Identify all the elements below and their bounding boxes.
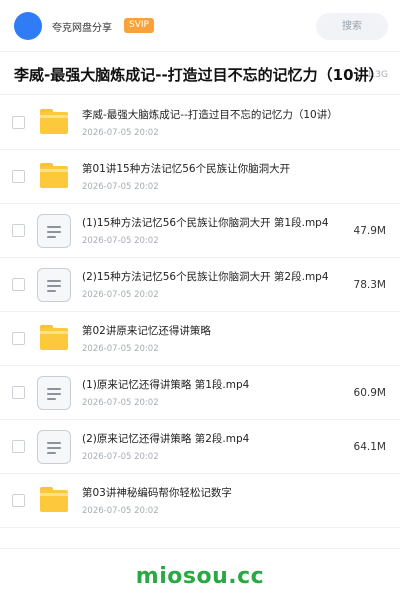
app-name: 夸克网盘分享: [52, 23, 112, 34]
file-row[interactable]: (2)15种方法记忆56个民族让你脑洞大开 第2段.mp4 2026-07-05 …: [0, 258, 400, 312]
item-name: (1)原来记忆还得讲策略 第1段.mp4: [82, 379, 250, 391]
folder-row[interactable]: 第02讲原来记忆还得讲策略 2026-07-05 20:02: [0, 312, 400, 366]
folder-row[interactable]: 第01讲15种方法记忆56个民族让你脑洞大开 2026-07-05 20:02: [0, 150, 400, 204]
item-date: 2026-07-05 20:02: [82, 236, 159, 246]
item-name: 第02讲原来记忆还得讲策略: [82, 325, 211, 337]
row-checkbox[interactable]: [12, 440, 25, 453]
item-name: (1)15种方法记忆56个民族让你脑洞大开 第1段.mp4: [82, 217, 329, 229]
video-file-icon: [37, 214, 71, 248]
svip-badge: SVIP: [124, 18, 154, 33]
item-name: 第03讲神秘编码帮你轻松记数字: [82, 487, 232, 499]
row-checkbox[interactable]: [12, 116, 25, 129]
file-row[interactable]: (2)原来记忆还得讲策略 第2段.mp4 2026-07-05 20:02 64.1…: [0, 420, 400, 474]
item-name: 李威-最强大脑炼成记--打造过目不忘的记忆力（10讲）: [82, 109, 338, 121]
file-row[interactable]: (1)15种方法记忆56个民族让你脑洞大开 第1段.mp4 2026-07-05 …: [0, 204, 400, 258]
item-date: 2026-07-05 20:02: [82, 398, 159, 408]
item-date: 2026-07-05 20:02: [82, 290, 159, 300]
share-title: 李威-最强大脑炼成记--打造过目不忘的记忆力（10讲）: [14, 66, 384, 84]
row-checkbox[interactable]: [12, 278, 25, 291]
item-size: 60.9M: [353, 387, 386, 399]
row-checkbox[interactable]: [12, 386, 25, 399]
row-checkbox[interactable]: [12, 332, 25, 345]
video-file-icon: [37, 376, 71, 410]
folder-icon: [40, 487, 68, 512]
share-title-row: 1.3G 李威-最强大脑炼成记--打造过目不忘的记忆力（10讲）: [0, 53, 400, 95]
folder-row[interactable]: 李威-最强大脑炼成记--打造过目不忘的记忆力（10讲） 2026-07-05 20…: [0, 96, 400, 150]
item-date: 2026-07-05 20:02: [82, 344, 159, 354]
folder-icon: [40, 325, 68, 350]
item-name: (2)15种方法记忆56个民族让你脑洞大开 第2段.mp4: [82, 271, 329, 283]
watermark: miosou.cc: [135, 564, 265, 589]
video-file-icon: [37, 430, 71, 464]
folder-icon: [40, 163, 68, 188]
item-size: 64.1M: [353, 441, 386, 453]
item-size: 47.9M: [353, 225, 386, 237]
item-date: 2026-07-05 20:02: [82, 452, 159, 462]
item-date: 2026-07-05 20:02: [82, 506, 159, 516]
folder-row[interactable]: 第03讲神秘编码帮你轻松记数字 2026-07-05 20:02: [0, 474, 400, 528]
row-checkbox[interactable]: [12, 224, 25, 237]
item-name: 第01讲15种方法记忆56个民族让你脑洞大开: [82, 163, 291, 175]
item-name: (2)原来记忆还得讲策略 第2段.mp4: [82, 433, 250, 445]
item-date: 2026-07-05 20:02: [82, 182, 159, 192]
video-file-icon: [37, 268, 71, 302]
folder-icon: [40, 109, 68, 134]
app-header: 夸克网盘分享 SVIP 搜索: [0, 0, 400, 52]
item-size: 78.3M: [353, 279, 386, 291]
item-date: 2026-07-05 20:02: [82, 128, 159, 138]
search-button[interactable]: 搜索: [316, 13, 388, 40]
file-row[interactable]: (1)原来记忆还得讲策略 第1段.mp4 2026-07-05 20:02 60.9…: [0, 366, 400, 420]
file-list: 李威-最强大脑炼成记--打造过目不忘的记忆力（10讲） 2026-07-05 20…: [0, 96, 400, 528]
avatar[interactable]: [14, 12, 42, 40]
row-checkbox[interactable]: [12, 170, 25, 183]
row-checkbox[interactable]: [12, 494, 25, 507]
